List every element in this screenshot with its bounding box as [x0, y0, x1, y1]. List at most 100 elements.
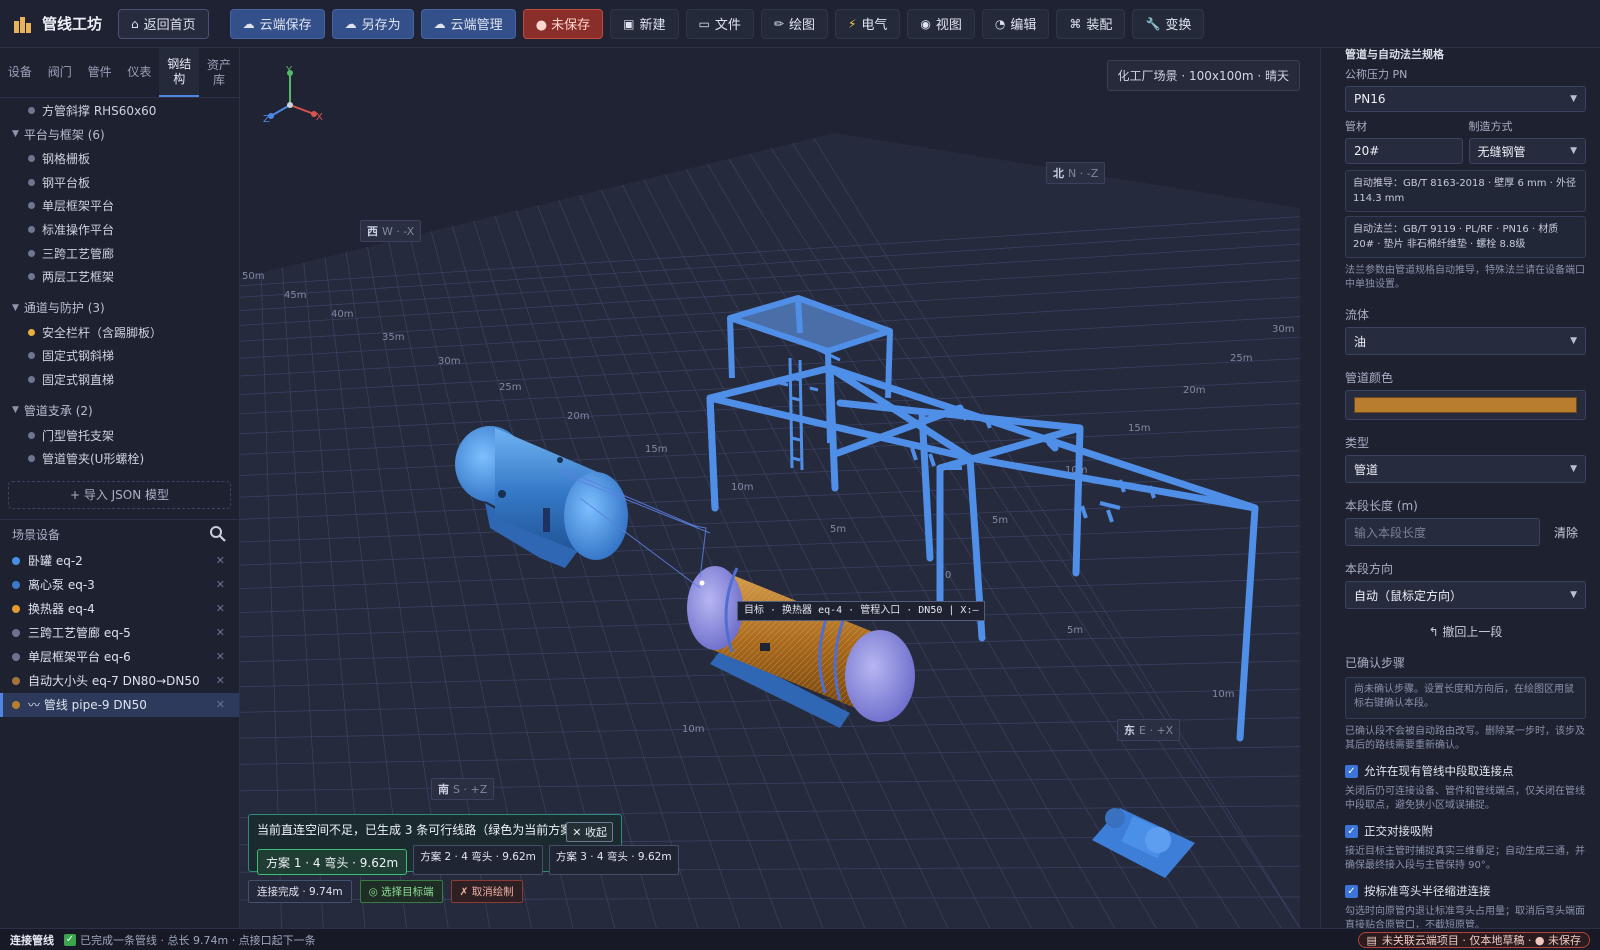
clear-button[interactable]: 清除 — [1546, 524, 1586, 541]
direction-select[interactable]: 自动（鼠标定方向） ▼ — [1345, 581, 1586, 609]
save-as-button[interactable]: ☁ 另存为 — [331, 8, 414, 39]
compass-east: 东 E · +X — [1117, 719, 1181, 741]
status-dot-icon — [12, 628, 20, 637]
cancel-draw-button[interactable]: ✗ 取消绘制 — [450, 880, 523, 903]
ruler-label: 0 — [945, 570, 951, 581]
search-icon[interactable] — [209, 525, 227, 543]
ruler-label: 15m — [1128, 423, 1150, 434]
undo-segment-button[interactable]: ↰ 撤回上一段 — [1345, 623, 1586, 640]
draw-menu[interactable]: ✏ 绘图 — [760, 8, 828, 39]
file-menu[interactable]: ▭ 文件 — [685, 8, 754, 39]
cloud-status-badge[interactable]: ▤ 未关联云端项目 · 仅本地草稿 · ● 未保存 — [1357, 932, 1590, 948]
pn-select[interactable]: PN16 ▼ — [1345, 86, 1586, 112]
orthogonal-snap-checkbox[interactable]: ✓ 正交对接吸附 — [1345, 823, 1586, 839]
import-json-button[interactable]: + 导入 JSON 模型 — [8, 480, 231, 509]
ruler-label: 45m — [284, 290, 306, 301]
mid-connect-checkbox[interactable]: ✓ 允许在现有管线中段取连接点 — [1345, 763, 1586, 779]
remove-icon[interactable]: ✕ — [216, 578, 225, 591]
checkbox-note: 接近目标主管时捕捉真实三维垂足；自动生成三通，并确保最终接入段与主管保持 90°… — [1345, 846, 1585, 871]
cloud-manage-label: 云端管理 — [450, 18, 503, 33]
tab-fittings[interactable]: 管件 — [80, 48, 120, 97]
axis-gizmo[interactable]: Y X Z — [263, 65, 323, 125]
collapse-button[interactable]: ✕ 收起 — [566, 822, 613, 842]
pipe-color-picker[interactable] — [1345, 390, 1586, 420]
unsaved-badge[interactable]: ● 未保存 — [522, 8, 604, 39]
view-menu[interactable]: ◉ 视图 — [907, 8, 975, 39]
library-item[interactable]: 门型管托支架 — [0, 423, 239, 447]
library-item[interactable]: 固定式钢直梯 — [0, 368, 239, 392]
library-item[interactable]: 三跨工艺管廊 — [0, 241, 239, 265]
library-item-label: 方管斜撑 RHS60x60 — [42, 103, 157, 118]
library-item[interactable]: 方管斜撑 RHS60x60 — [0, 99, 239, 121]
steps-box: 尚未确认步骤。设置长度和方向后，在绘图区用鼠标右键确认本段。 — [1345, 677, 1586, 719]
material-input[interactable]: 20# — [1345, 138, 1463, 164]
scene-item[interactable]: 三跨工艺管廊 eq-5 ✕ — [0, 621, 239, 645]
connection-done-button[interactable]: 连接完成 · 9.74m — [248, 880, 352, 903]
remove-icon[interactable]: ✕ — [216, 650, 225, 663]
draw-label: 绘图 — [788, 18, 815, 33]
ruler-label: 30m — [438, 356, 460, 367]
library-item[interactable]: 钢平台板 — [0, 171, 239, 195]
scene-item[interactable]: 单层框架平台 eq-6 ✕ — [0, 645, 239, 669]
method-select[interactable]: 无缝钢管 ▼ — [1468, 138, 1586, 164]
new-button[interactable]: ▣ 新建 — [610, 8, 679, 39]
remove-icon[interactable]: ✕ — [216, 698, 225, 711]
electric-menu[interactable]: ⚡ 电气 — [834, 8, 901, 39]
scene-item[interactable]: 离心泵 eq-3 ✕ — [0, 573, 239, 597]
cloud-manage-button[interactable]: ☁ 云端管理 — [420, 8, 516, 39]
library-item[interactable]: 两层工艺框架 — [0, 265, 239, 289]
assemble-menu[interactable]: ⌘ 装配 — [1056, 8, 1126, 39]
scene-canvas[interactable]: Y X Z 50m 45m 40m 35m 30m 25m 20m 15m 10… — [240, 48, 1320, 928]
material-col: 管材 20# — [1345, 112, 1463, 164]
select-target-button[interactable]: ◎ 选择目标端 — [359, 880, 443, 903]
library-item[interactable]: 标准操作平台 — [0, 218, 239, 242]
library-item[interactable]: 单层框架平台 — [0, 194, 239, 218]
ruler-label: 40m — [331, 309, 353, 320]
remove-icon[interactable]: ✕ — [216, 602, 225, 615]
checkbox-checked-icon: ✓ — [1345, 824, 1358, 838]
3d-viewport[interactable]: Y X Z 50m 45m 40m 35m 30m 25m 20m 15m 10… — [240, 48, 1320, 928]
length-input[interactable]: 输入本段长度 — [1345, 518, 1540, 546]
home-button[interactable]: ⌂ 返回首页 — [118, 8, 209, 39]
group-access-protection[interactable]: ▼ 通道与防护 (3) — [0, 295, 239, 321]
compass-south-sub: S · +Z — [453, 783, 488, 796]
remove-icon[interactable]: ✕ — [216, 554, 225, 567]
new-label: 新建 — [639, 18, 666, 33]
scene-item[interactable]: 自动大小头 eq-7 DN80→DN50 ✕ — [0, 669, 239, 693]
scene-item-label: 离心泵 eq-3 — [28, 578, 95, 593]
tab-equipment[interactable]: 设备 — [0, 48, 40, 97]
tab-steel-structure[interactable]: 钢结构 — [159, 48, 200, 97]
status-mode: 连接管线 — [10, 933, 54, 947]
type-select[interactable]: 管道 ▼ — [1345, 455, 1586, 483]
new-icon: ▣ — [623, 16, 635, 31]
type-value: 管道 — [1354, 462, 1379, 477]
scene-item-label: 三跨工艺管廊 eq-5 — [28, 626, 131, 641]
library-item[interactable]: 钢格栅板 — [0, 147, 239, 171]
scene-item-selected[interactable]: 〰 管线 pipe-9 DN50 ✕ — [0, 692, 239, 717]
group-platforms[interactable]: ▼ 平台与框架 (6) — [0, 121, 239, 147]
pipe-color-swatch — [1354, 397, 1577, 413]
remove-icon[interactable]: ✕ — [216, 674, 225, 687]
transform-menu[interactable]: 🔧 变换 — [1132, 8, 1205, 39]
remove-icon[interactable]: ✕ — [216, 626, 225, 639]
route-plan-1[interactable]: 方案 1 · 4 弯头 · 9.62m — [257, 849, 408, 875]
scene-item[interactable]: 换热器 eq-4 ✕ — [0, 597, 239, 621]
tab-valves[interactable]: 阀门 — [40, 48, 80, 97]
route-plan-2[interactable]: 方案 2 · 4 弯头 · 9.62m — [413, 845, 543, 875]
tab-instruments[interactable]: 仪表 — [119, 48, 159, 97]
fluid-select[interactable]: 油 ▼ — [1345, 327, 1586, 355]
edit-menu[interactable]: ◔ 编辑 — [981, 8, 1050, 39]
library-item[interactable]: 管道管夹(U形螺栓) — [0, 447, 239, 471]
library-item[interactable]: 安全栏杆（含踢脚板） — [0, 321, 239, 345]
library-item[interactable]: 固定式钢斜梯 — [0, 344, 239, 368]
scene-item-label: 换热器 eq-4 — [28, 602, 95, 617]
status-message: 已完成一条管线 · 总长 9.74m · 点接口起下一条 — [80, 933, 316, 947]
scene-item[interactable]: 卧罐 eq-2 ✕ — [0, 549, 239, 573]
route-plan-3[interactable]: 方案 3 · 4 弯头 · 9.62m — [548, 845, 679, 875]
group-pipe-supports[interactable]: ▼ 管道支承 (2) — [0, 397, 239, 423]
elbow-radius-checkbox[interactable]: ✓ 按标准弯头半径缩进连接 — [1345, 883, 1586, 899]
cloud-save-button[interactable]: ☁ 云端保存 — [229, 8, 325, 39]
tab-asset-library[interactable]: 资产库 — [199, 48, 239, 97]
scene-item-label: 自动大小头 eq-7 DN80→DN50 — [28, 674, 200, 689]
cloud-status-label: 未关联云端项目 · 仅本地草稿 · ● 未保存 — [1381, 934, 1581, 947]
